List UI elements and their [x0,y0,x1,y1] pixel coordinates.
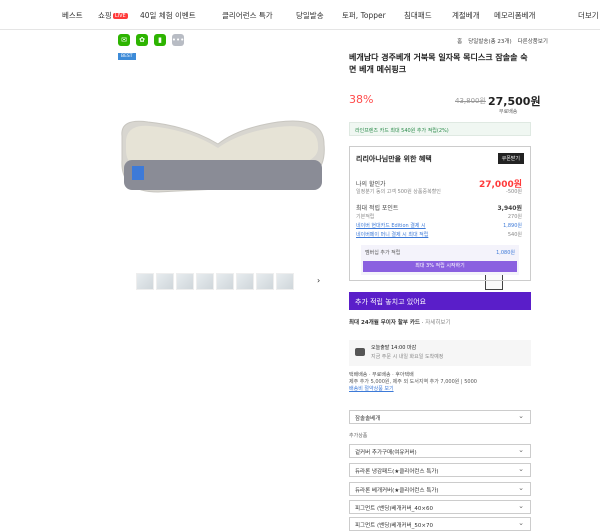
coupon-button[interactable]: 쿠폰받기 [497,153,524,164]
delivery-line1: 오늘출발 14:00 마감 [371,345,417,351]
delivery-line2: 지금 주문 시 내일 화요일 도착예정 [371,354,444,360]
more-icon[interactable]: ••• [172,34,184,46]
thumbnail[interactable] [156,273,174,290]
original-price: 43,800원 [455,97,486,105]
sub-value: -500원 [506,189,522,195]
breadcrumb-other[interactable]: 다른상품보기 [518,37,548,45]
my-price-sub: 일정분기 동의 고객 500원 상품중복할인 -500원 [356,188,522,195]
select-label: 듀라론 냉감패드(★클리어런스 특가) [355,469,439,475]
product-title: 베개남다 경주베개 거북목 일자목 목디스크 잠솔솔 숙면 베개 메쉬핑크 [349,53,528,74]
my-price-label: 나의 할인가 [356,181,386,188]
select-label: 듀라론 베개커버(★클리어런스 특가) [355,488,439,494]
point-detail-label: 기본적립 [356,214,375,220]
thumbnail[interactable] [276,273,294,290]
sub-label: 일정분기 동의 고객 500원 상품중복할인 [356,189,441,195]
live-badge: LIVE [112,13,128,19]
point-detail-value: 270원 [507,214,522,220]
naver-banner[interactable]: 추가 적립 놓치고 있어요 [349,292,531,310]
delivery-info: 택배배송 · 무료배송 · 후아택배 제주 추가 5,000원, 제주 외 도서… [349,372,477,393]
point-detail-value: 1,890원 [503,223,522,229]
chevron-right-icon[interactable]: › [317,276,320,285]
chevron-down-icon: ⌄ [518,465,524,473]
nav-topper[interactable]: 토퍼, Topper [342,10,386,21]
membership-button[interactable]: 최대 3% 적립 시작하기 [363,261,517,272]
point-label: 최대 적립 포인트 [356,205,399,212]
benefit-title: 리리아나님만을 위한 혜택 [356,155,432,163]
card-promo-banner[interactable]: 라인프렌즈 카드 최대 540원 추가 적립(2%) [349,122,531,136]
nav-seasonal[interactable]: 계절베개 [452,10,480,21]
nav-more[interactable]: 더보기 [578,10,599,21]
extra-option-select[interactable]: 피그먼트 (밴딩)베개커버_50×70 ⌄ [349,517,531,531]
nav-shopping-label: 쇼핑 [98,11,112,20]
nav-clearance[interactable]: 클리어런스 특가 [222,10,273,21]
point-detail-value: 540원 [507,232,522,238]
nav-event[interactable]: 40일 체험 이벤트 [140,10,196,21]
breadcrumb-category[interactable]: 당일발송(총 23개) [468,37,511,45]
product-image[interactable] [118,110,328,200]
naver-banner-text: 추가 적립 놓치고 있어요 [355,298,427,306]
extra-option-select[interactable]: 겉커버 추가구매(여유커버) ⌄ [349,444,531,458]
nav-memory[interactable]: 메모리폼베개 [494,10,535,21]
discount-rate: 38% [349,93,374,106]
extra-option-select[interactable]: 듀라론 냉감패드(★클리어런스 특가) ⌄ [349,463,531,477]
chevron-down-icon: ⌄ [518,519,524,527]
save-shipping-link[interactable]: 배송비 절약상품 보기 [349,386,477,393]
membership-value: 1,080원 [496,250,515,256]
top-nav: 베스트 쇼핑 LIVE 40일 체험 이벤트 클리어런스 특가 당일발송 토퍼, … [0,0,600,30]
breadcrumb: 홈 당일발송(총 23개) 다른상품보기 [457,37,548,45]
nav-bedpad[interactable]: 침대패드 [404,10,432,21]
select-label: 잠솔솔베개 [355,416,381,422]
nav-sameday[interactable]: 당일발송 [296,10,324,21]
breadcrumb-home[interactable]: 홈 [457,37,462,45]
chevron-down-icon: ⌄ [518,502,524,510]
point-detail-row: 네이버 현대카드 Edition 결제 시 1,890원 [356,222,522,229]
select-label: 피그먼트 (밴딩)베개커버_50×70 [355,523,433,529]
select-label: 피그먼트 (밴딩)베개커버_40×60 [355,506,433,512]
gift-icon[interactable]: ✿ [136,34,148,46]
sale-price: 27,500원 [488,95,541,108]
thumbnail[interactable] [256,273,274,290]
delivery-info2: 제주 추가 5,000원, 제주 외 도서지역 추가 7,000원 | 5000 [349,379,477,385]
thumbnail[interactable] [136,273,154,290]
share-icons: ✉ ✿ ▮ ••• [118,34,184,46]
truck-icon [355,348,365,356]
delivery-info1: 택배배송 · 무료배송 · 후아택배 [349,372,414,378]
extra-label: 추가상품 [349,433,368,439]
main-option-select[interactable]: 잠솔솔베개 ⌄ [349,410,531,424]
thumbnail[interactable] [176,273,194,290]
chevron-down-icon: ⌄ [518,412,524,420]
card-detail-link[interactable]: 자세히보기 [425,320,450,326]
extra-option-select[interactable]: 듀라론 베개커버(★클리어런스 특가) ⌄ [349,482,531,496]
nav-best[interactable]: 베스트 [62,10,83,21]
point-value: 3,940원 [497,205,523,212]
thumbnail-strip [136,273,503,290]
chat-icon[interactable]: ✉ [118,34,130,46]
extra-option-select[interactable]: 피그먼트 (밴딩)베개커버_40×60 ⌄ [349,500,531,514]
point-detail-row: 네이버페이 머니 결제 시 최대 적립 540원 [356,231,522,238]
bookmark-icon[interactable]: ▮ [154,34,166,46]
membership-label: 멤버십 추가 적립 [365,250,401,256]
card-link[interactable]: 네이버 현대카드 Edition 결제 시 [356,223,426,229]
point-detail-row: 기본적립 270원 [356,213,522,220]
card-info: 최대 24개월 무이자 할부 카드 · 자세히보기 [349,320,451,326]
npay-link[interactable]: 네이버페이 머니 결제 시 최대 적립 [356,232,428,238]
select-label: 겉커버 추가구매(여유커버) [355,450,417,456]
my-price-row: 나의 할인가 27,000원 [356,179,522,190]
nav-shopping[interactable]: 쇼핑 LIVE [98,10,128,21]
chevron-down-icon: ⌄ [518,484,524,492]
best-badge: BEST [118,53,136,60]
delivery-box: 오늘출발 14:00 마감 지금 주문 시 내일 화요일 도착예정 [349,340,531,366]
card-info-text: 최대 24개월 무이자 할부 카드 [349,320,420,326]
shipping-label: 무료배송 [499,109,518,115]
thumbnail[interactable] [196,273,214,290]
chevron-down-icon: ⌄ [518,446,524,454]
thumbnail[interactable] [236,273,254,290]
point-row: 최대 적립 포인트 3,940원 [356,203,522,212]
thumbnail[interactable] [216,273,234,290]
